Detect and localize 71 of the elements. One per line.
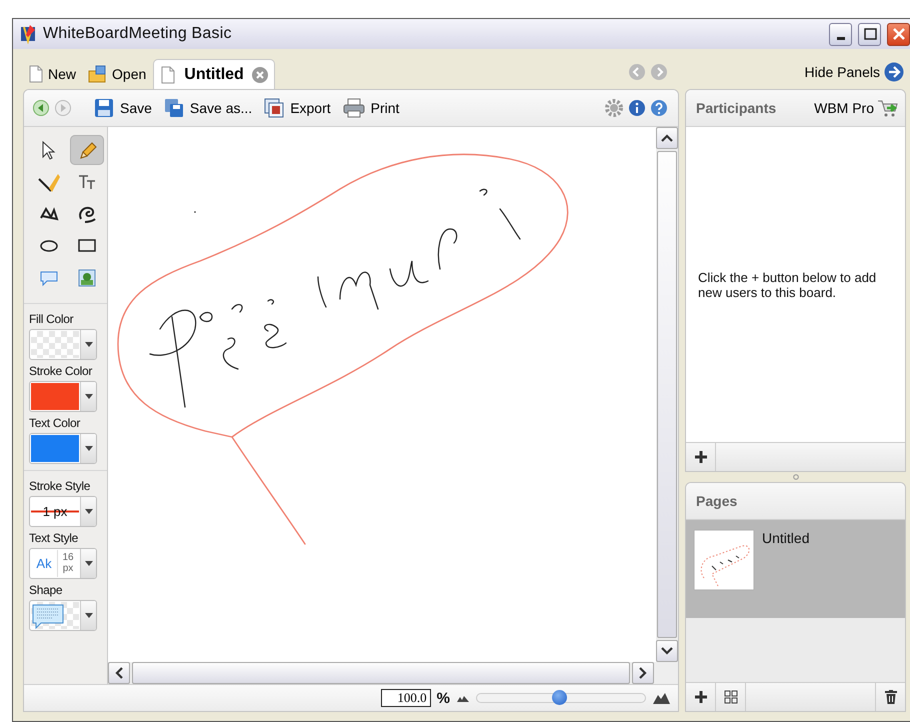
document-icon[interactable] <box>28 65 44 83</box>
splitter-handle-icon[interactable] <box>792 474 798 480</box>
percent-label: % <box>436 690 450 706</box>
page-thumbnail-icon <box>694 530 754 590</box>
dropdown-picker[interactable] <box>29 600 97 631</box>
toolbar-button[interactable]: Print <box>338 94 404 122</box>
scroll-up-button[interactable] <box>656 127 678 149</box>
back-icon[interactable] <box>32 99 50 117</box>
chevron-right-icon <box>638 667 648 679</box>
new-button[interactable]: New <box>23 59 82 89</box>
folder-icon[interactable] <box>88 65 108 83</box>
page-name: Untitled <box>762 530 810 548</box>
dropdown-picker[interactable] <box>29 381 97 412</box>
plus-icon <box>694 691 707 703</box>
chevron-up-icon <box>661 133 674 143</box>
export-icon[interactable] <box>264 98 284 118</box>
note-shape-icon <box>31 602 65 628</box>
plus-icon <box>694 451 707 463</box>
property-label: Stroke Style <box>29 479 92 493</box>
document-icon <box>160 66 176 84</box>
zoom-slider[interactable] <box>476 693 646 703</box>
settings-icon[interactable] <box>604 98 624 118</box>
trash-icon <box>884 690 896 704</box>
property-label: Shape <box>29 583 64 597</box>
close-icon <box>890 26 906 42</box>
chevron-down-icon <box>661 646 674 656</box>
panel-title: Pages <box>696 493 738 509</box>
maximize-button[interactable] <box>858 22 881 46</box>
scroll-right-button[interactable] <box>632 662 654 684</box>
transparent-swatch <box>31 331 79 358</box>
app-logo-icon <box>19 24 37 44</box>
maximize-icon <box>862 26 878 42</box>
property-label: Text Color <box>29 416 82 430</box>
help-icon[interactable] <box>650 99 668 117</box>
zoom-input[interactable]: 100.0 <box>380 689 431 707</box>
property-label: Stroke Color <box>29 364 94 378</box>
cart-icon <box>877 98 899 118</box>
zoom-in-icon[interactable] <box>652 692 670 704</box>
arrow-right-icon <box>884 62 904 82</box>
hide-panels-button[interactable]: Hide Panels <box>684 62 906 82</box>
image-icon <box>76 267 98 289</box>
scroll-left-button[interactable] <box>108 662 130 684</box>
text-sample: Ak <box>35 555 53 573</box>
dropdown-picker[interactable]: Ak 16 px <box>29 548 97 579</box>
window-title: WhiteBoardMeeting Basic <box>43 25 233 43</box>
toolbar-button[interactable]: Save <box>90 94 156 122</box>
upgrade-button[interactable]: WBM Pro <box>814 98 899 118</box>
dropdown-picker[interactable] <box>29 433 97 464</box>
property-label: Text Style <box>29 531 80 545</box>
minimize-icon <box>836 36 844 40</box>
toolbar-button[interactable]: Export <box>260 94 335 122</box>
printer-icon[interactable] <box>342 98 365 118</box>
floppy-disks-icon[interactable] <box>164 98 184 118</box>
page-item[interactable]: Untitled <box>686 520 905 618</box>
open-button[interactable]: Open <box>83 59 152 89</box>
scroll-down-button[interactable] <box>656 640 678 662</box>
horizontal-scrollbar-thumb[interactable] <box>132 662 630 684</box>
toolbar-button[interactable]: Save as... <box>160 94 256 122</box>
close-button[interactable] <box>887 22 910 46</box>
info-icon[interactable] <box>628 99 646 117</box>
panel-title: Participants <box>696 100 778 116</box>
document-tab[interactable]: Untitled <box>153 59 275 89</box>
minimize-button[interactable] <box>829 22 852 46</box>
font-size-value: 16 px <box>57 550 78 577</box>
close-icon[interactable] <box>252 66 268 82</box>
vertical-scrollbar-thumb[interactable] <box>657 151 678 638</box>
chevron-left-icon <box>114 667 124 679</box>
slider-thumb[interactable] <box>552 690 568 705</box>
property-label: Fill Color <box>29 312 74 326</box>
grid-icon <box>724 690 738 704</box>
empty-state-message: Click the + button below to add new users to this board. <box>698 270 878 300</box>
